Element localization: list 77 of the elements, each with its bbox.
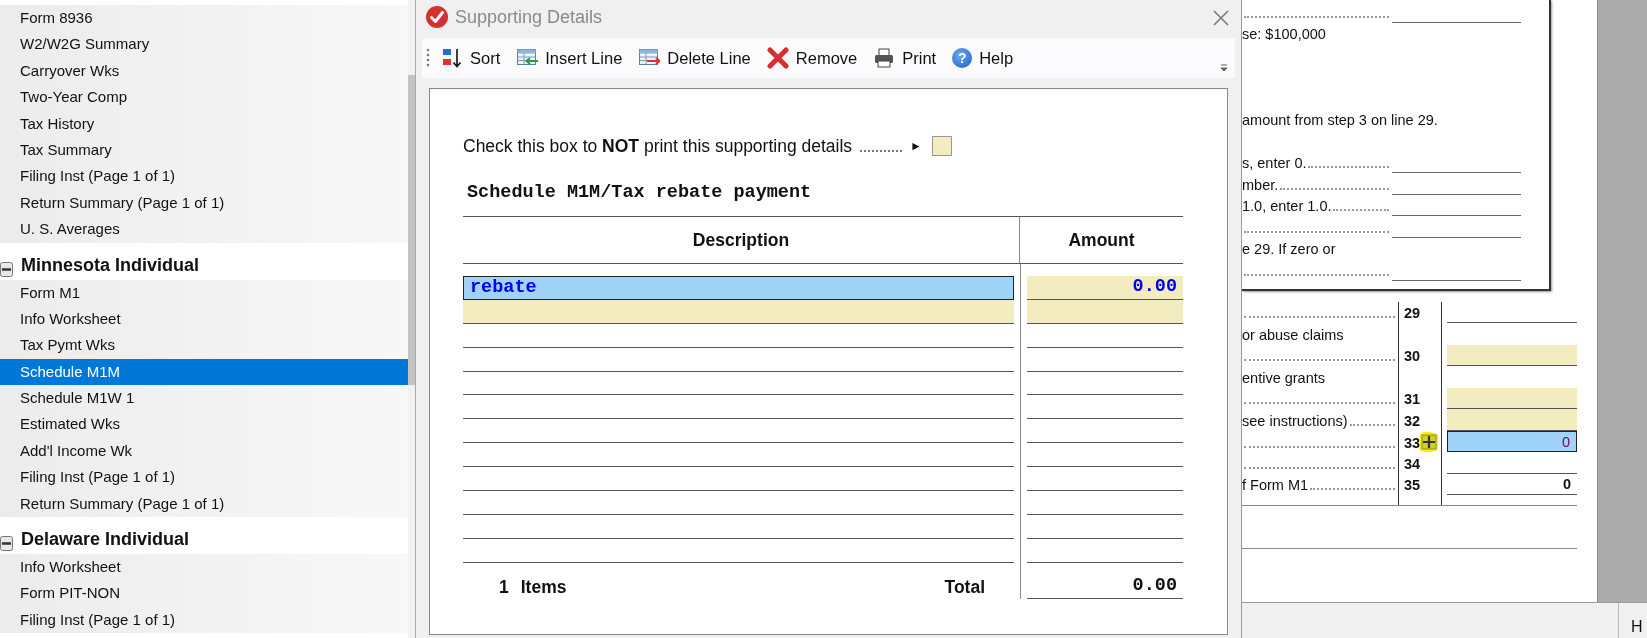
tree-item[interactable]: Add'l Income Wk <box>0 437 408 465</box>
x-icon <box>766 47 789 69</box>
tree-item[interactable]: Return Summary (Page 1 of 1) <box>0 490 408 518</box>
printer-icon <box>873 47 896 69</box>
description-field[interactable] <box>463 299 1014 324</box>
item-count: 1 <box>499 575 509 599</box>
section-heading: Minnesota Individual <box>21 253 199 277</box>
line-number: 30 <box>1404 347 1421 366</box>
form-text: see instructions) <box>1242 411 1348 431</box>
line-number: 29 <box>1404 304 1421 323</box>
line-number: 33 <box>1404 433 1421 453</box>
answer-field[interactable] <box>1447 409 1577 431</box>
tree-item[interactable]: Carryover Wks <box>0 57 408 85</box>
help-button[interactable]: ? Help <box>947 42 1019 74</box>
remove-button[interactable]: Remove <box>761 42 863 74</box>
tree-item[interactable]: Two-Year Comp <box>0 84 408 111</box>
status-text: H <box>1631 617 1643 637</box>
amount-field[interactable]: 0.00 <box>1027 276 1183 300</box>
tree-item[interactable]: Tax Summary <box>0 136 408 164</box>
tree-item[interactable]: Return Summary (Page 1 of 1) <box>0 189 408 217</box>
collapse-icon[interactable] <box>0 536 13 552</box>
form-text: or abuse claims <box>1242 325 1344 345</box>
form-text: 1.0, enter 1.0. <box>1242 197 1332 216</box>
arrow-marker: ► <box>910 138 922 155</box>
collapse-icon[interactable] <box>0 261 13 277</box>
check-circle-icon <box>425 5 449 29</box>
tree-item[interactable]: Estimated Wks <box>0 411 408 438</box>
answer-field[interactable]: 0 <box>1447 473 1577 495</box>
answer-field[interactable]: 0 <box>1447 430 1577 452</box>
print-button[interactable]: Print <box>868 42 942 74</box>
checkbox[interactable] <box>932 136 952 156</box>
form-text: amount from step 3 on line 29. <box>1242 111 1438 130</box>
checkbox-label: Check this box to NOT print this supporting details <box>463 134 853 158</box>
delete-line-button[interactable]: Delete Line <box>633 42 756 74</box>
amount-field[interactable] <box>1027 299 1183 324</box>
tree-item[interactable]: W2/W2G Summary <box>0 31 408 58</box>
tree-item[interactable]: Filing Inst (Page 1 of 1) <box>0 464 408 491</box>
line-number: 32 <box>1404 411 1421 431</box>
total-label: Total <box>944 575 985 599</box>
grip-icon <box>426 48 430 68</box>
description-field[interactable]: rebate <box>463 276 1014 300</box>
form-text: mber. <box>1242 175 1279 195</box>
tree-item[interactable]: Tax Pymt Wks <box>0 332 408 359</box>
window-title: Supporting Details <box>455 5 603 29</box>
tree-item[interactable]: Info Worksheet <box>0 305 408 333</box>
answer-field[interactable] <box>1447 344 1577 366</box>
overflow-icon[interactable] <box>1219 62 1229 72</box>
form-text: entive grants <box>1242 368 1326 388</box>
tree-item[interactable]: Filing Inst (Page 1 of 1) <box>0 606 408 634</box>
line-number: 31 <box>1404 390 1421 409</box>
tree-item[interactable]: Form M1 <box>0 279 408 306</box>
schedule-title: Schedule M1M/Tax rebate payment <box>466 181 813 205</box>
total-value: 0.00 <box>1027 562 1183 599</box>
sort-icon <box>441 47 463 69</box>
form-text: s, enter 0. <box>1242 154 1307 173</box>
form-text: e 29. If zero or <box>1242 240 1336 259</box>
scrollbar[interactable] <box>408 75 415 385</box>
tree-item[interactable]: Form PIT-NON <box>0 580 408 607</box>
column-header: Description <box>463 217 1020 263</box>
column-header: Amount <box>1067 228 1136 252</box>
insert-line-button[interactable]: Insert Line <box>511 42 628 74</box>
tree-item[interactable]: Schedule M1M <box>0 358 408 386</box>
line-number: 35 <box>1404 476 1421 495</box>
tree-item[interactable]: Info Worksheet <box>0 554 408 581</box>
form-text: f Form M1 <box>1242 476 1309 495</box>
sort-button[interactable]: Sort <box>436 42 506 74</box>
answer-field[interactable] <box>1447 387 1577 409</box>
tree-item[interactable]: Form 8936 <box>0 5 408 32</box>
tree-item[interactable]: U. S. Averages <box>0 216 408 243</box>
tree-item[interactable]: Tax History <box>0 110 408 137</box>
tree-item[interactable]: Filing Inst (Page 1 of 1) <box>0 163 408 190</box>
form-text: se: $100,000 <box>1242 25 1326 44</box>
items-label: Items <box>520 575 567 599</box>
section-heading: Delaware Individual <box>21 528 190 552</box>
tree-item[interactable]: Schedule M1W 1 <box>0 385 408 412</box>
help-icon: ? <box>952 48 973 68</box>
line-number: 34 <box>1404 454 1421 474</box>
